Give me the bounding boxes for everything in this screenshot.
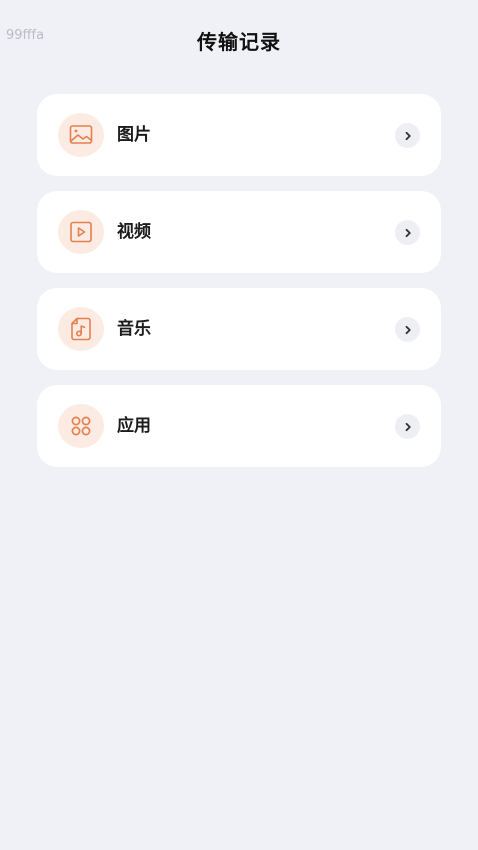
chevron-right-icon <box>395 317 420 342</box>
video-play-icon <box>58 210 104 254</box>
chevron-right-icon <box>395 220 420 245</box>
category-label: 应用 <box>117 416 151 436</box>
category-card-videos[interactable]: 视频 <box>37 191 441 273</box>
category-label: 视频 <box>117 222 151 242</box>
page-title: 传输记录 <box>197 30 281 54</box>
category-label: 图片 <box>117 125 151 145</box>
image-icon <box>58 113 104 157</box>
category-card-music[interactable]: 音乐 <box>37 288 441 370</box>
chevron-right-icon <box>395 123 420 148</box>
music-file-icon <box>58 307 104 351</box>
category-card-apps[interactable]: 应用 <box>37 385 441 467</box>
chevron-right-icon <box>395 414 420 439</box>
apps-grid-icon <box>58 404 104 448</box>
category-label: 音乐 <box>117 319 151 339</box>
category-card-images[interactable]: 图片 <box>37 94 441 176</box>
category-list: 图片 视频 音乐 应用 <box>37 94 441 482</box>
